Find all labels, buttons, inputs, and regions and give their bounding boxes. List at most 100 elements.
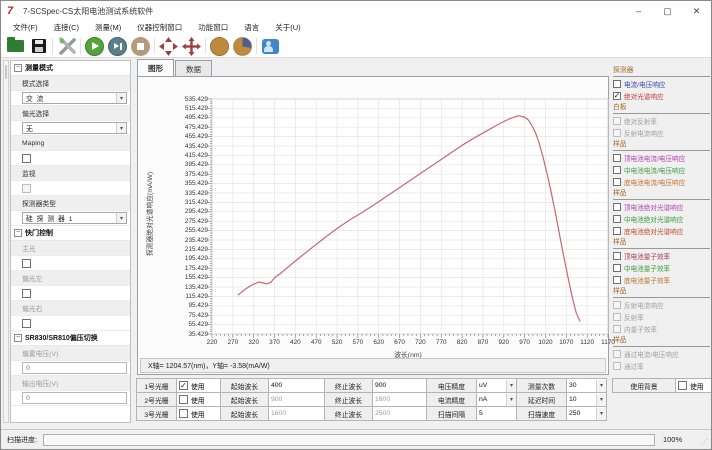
menu-item-about[interactable]: 关于(U) [267,21,308,35]
pie-chart-icon[interactable] [232,36,253,56]
resize-grip[interactable]: ⋰ [701,441,709,449]
curve-checkbox[interactable] [613,178,621,186]
menu-item-language[interactable]: 语言 [236,21,267,35]
dropdown-交 流[interactable]: 交 流▾ [22,92,127,104]
voltage-input[interactable]: 0 [22,362,127,374]
curve-label: 底电池绝对光谱响应 [624,226,683,236]
curve-checkbox[interactable] [613,264,621,272]
dropdown-硅 探 测 器 1[interactable]: 硅 探 测 器 1▾ [22,212,127,224]
grating-use-cell[interactable]: 使用 [176,392,221,407]
curve-checkbox[interactable] [613,227,621,235]
chart-plot-area[interactable] [212,99,608,334]
property-row [11,151,130,166]
curve-checkbox[interactable] [613,203,621,211]
checkbox[interactable] [22,319,31,328]
voltage-input[interactable]: 0 [22,392,127,404]
property-row [11,181,130,196]
curve-label: 顶电池量子效率 [624,251,670,261]
section-header-0[interactable]: −测量模式 [11,61,130,76]
section-header-1[interactable]: −快门控制 [11,226,130,241]
legend-item: 反射电流响应 [613,299,710,311]
chevron-down-icon[interactable]: ▾ [506,380,516,392]
curve-checkbox[interactable] [613,166,621,174]
menu-item-connect[interactable]: 连接(C) [46,21,87,35]
param2-select[interactable]: 30▾ [566,378,607,393]
grating-use-cell[interactable]: 使用 [176,378,221,393]
curve-checkbox[interactable] [613,154,621,162]
y-tick-label: 255.429 [150,227,208,234]
curve-checkbox[interactable] [613,92,621,100]
minimize-button[interactable]: – [624,1,653,21]
y-tick-label: 535.429 [150,96,208,103]
y-tick-label: 415.429 [150,152,208,159]
checkbox[interactable] [22,289,31,298]
curve-checkbox [613,350,621,358]
chevron-down-icon[interactable]: ▾ [596,394,606,406]
chevron-down-icon[interactable]: ▾ [596,380,606,392]
curve-checkbox[interactable] [613,276,621,284]
param2-select[interactable]: 250▾ [566,406,607,421]
legend-item: 绝对反射率 [613,115,710,127]
legend-item: 内量子效率 [613,323,710,335]
curve-checkbox[interactable] [613,215,621,223]
background-use-cell[interactable]: 使用 [675,378,712,393]
cursor-readout: X轴= 1204.57(nm)，Y轴= -3.58(mA/W) [140,358,606,373]
close-button[interactable]: ✕ [682,1,711,21]
save-icon[interactable] [28,36,49,56]
title-bar: 7 7-SCSpec-CS太阳电池测试系统软件 – ▢ ✕ [1,1,711,21]
collapse-icon[interactable]: − [14,229,22,237]
x-tick-label: 920 [498,339,509,346]
chevron-down-icon[interactable]: ▾ [506,394,516,406]
param2-select[interactable]: 10▾ [566,392,607,407]
move-arrows-icon[interactable] [181,36,202,56]
param1-select[interactable]: uV▾ [476,378,517,393]
panel-splitter[interactable] [3,60,9,423]
menu-item-file[interactable]: 文件(F) [5,21,46,35]
tools-icon[interactable] [56,36,77,56]
param1-select[interactable]: nA▾ [476,392,517,407]
checkbox[interactable] [22,154,31,163]
end-wavelength-input[interactable]: 900 [372,378,427,393]
property-label: 主光 [11,241,130,256]
curve-label: 内量子效率 [624,324,657,334]
curve-checkbox[interactable] [613,80,621,88]
background-use-checkbox[interactable] [678,381,687,390]
collapse-icon[interactable]: − [14,334,22,342]
menu-item-measure[interactable]: 测量(M) [87,21,129,35]
y-tick-label: 395.429 [150,161,208,168]
menu-item-function-window[interactable]: 功能窗口 [190,21,236,35]
menu-item-instrument-window[interactable]: 仪器控制窗口 [129,21,190,35]
chevron-down-icon[interactable]: ▾ [116,213,126,223]
checkbox[interactable] [22,259,31,268]
maximize-button[interactable]: ▢ [653,1,682,21]
curve-checkbox[interactable] [613,252,621,260]
tab-graph[interactable]: 图形 [137,59,174,77]
y-tick-label: 275.429 [150,218,208,225]
section-header-2[interactable]: −SR830/SR810偏压切换 [11,331,130,346]
open-folder-icon[interactable] [5,36,26,56]
run-icon[interactable] [84,36,105,56]
use-checkbox[interactable] [179,395,188,404]
tab-data[interactable]: 数据 [175,60,212,77]
y-tick-label: 235.429 [150,237,208,244]
chevron-down-icon[interactable]: ▾ [116,93,126,103]
curve-label: 绝对反射率 [624,116,657,126]
use-checkbox[interactable] [179,381,188,390]
chevron-down-icon[interactable]: ▾ [596,408,606,420]
property-label: 偏光左 [11,271,130,286]
param1-input[interactable]: 5 [476,406,517,421]
grating-use-cell[interactable]: 使用 [176,406,221,421]
user-icon[interactable] [260,36,281,56]
step-run-icon[interactable] [107,36,128,56]
center-arrows-icon[interactable] [158,36,179,56]
stop-icon[interactable] [130,36,151,56]
toolbar-separator [256,38,257,54]
chevron-down-icon[interactable]: ▾ [116,123,126,133]
use-checkbox[interactable] [179,409,188,418]
collapse-icon[interactable]: − [14,64,22,72]
curve-label: 底电池电流/电压响应 [624,177,685,187]
dropdown-无[interactable]: 无▾ [22,122,127,134]
y-tick-label: 175.429 [150,265,208,272]
start-wavelength-input[interactable]: 400 [268,378,325,393]
filled-circle-icon[interactable] [209,36,230,56]
